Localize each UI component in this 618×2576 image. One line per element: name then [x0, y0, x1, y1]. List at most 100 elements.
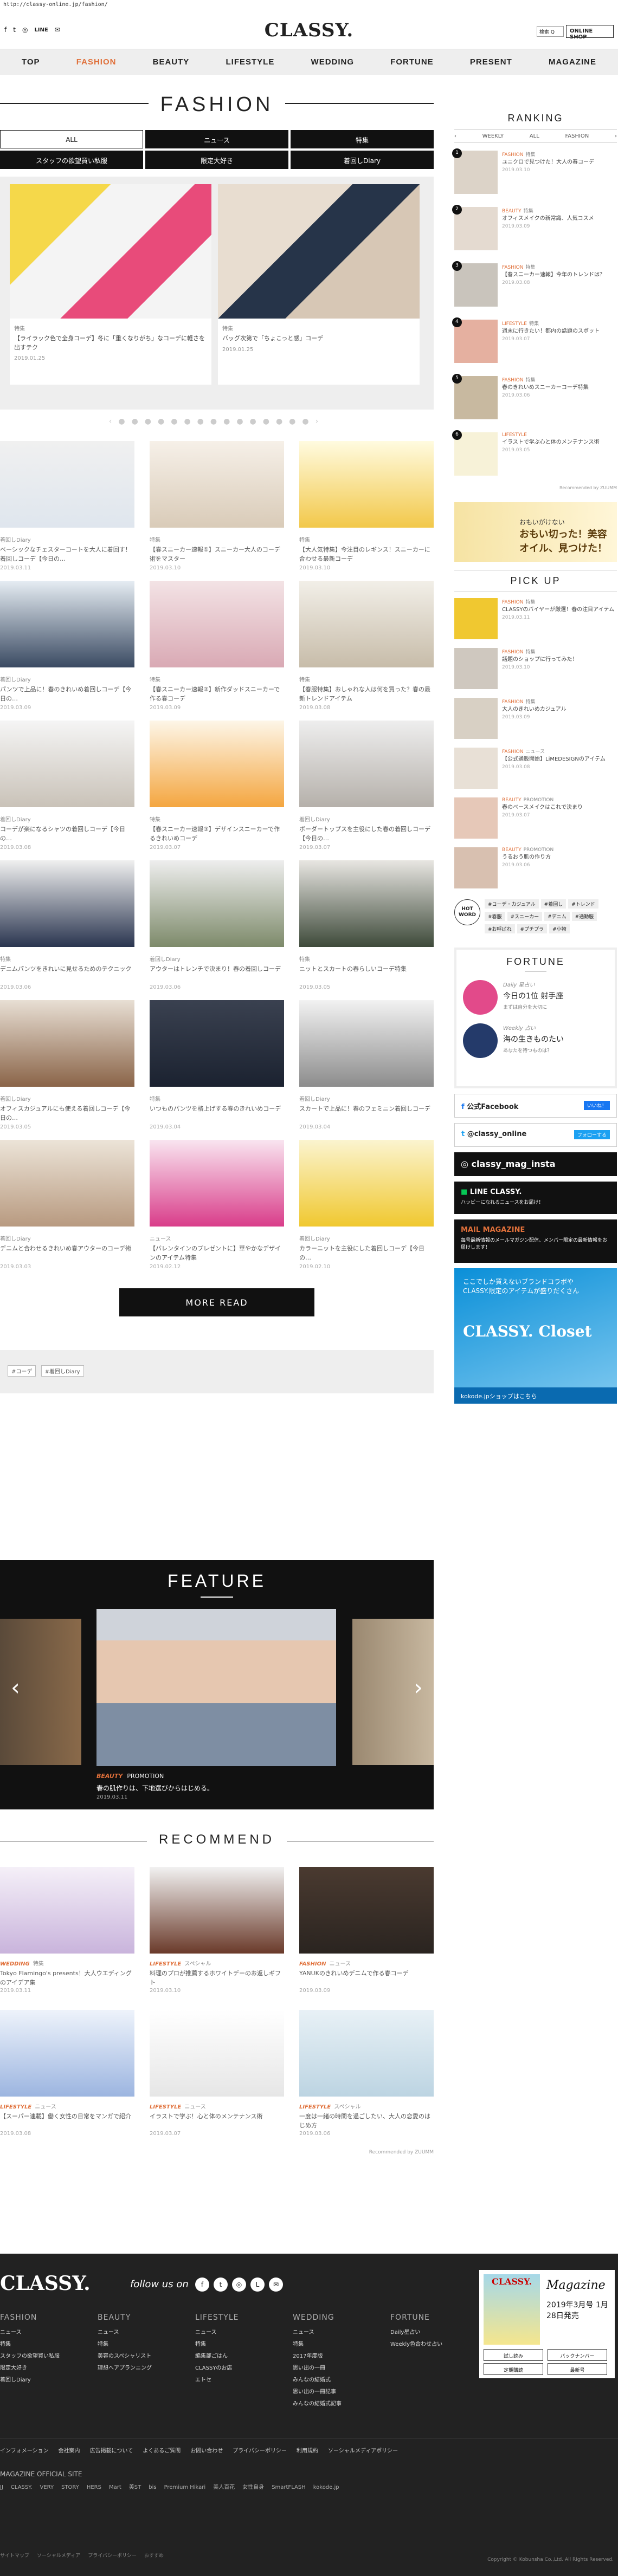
article-card[interactable]: 着回しDiary スカートで上品に！春のフェミニン着回しコーデ 2019.03.… — [299, 1000, 434, 1130]
ranking-item[interactable]: 2 BEAUTY 特集 オフィスメイクの新常識、人気コスメ 2019.03.09 — [452, 205, 617, 256]
footer-link[interactable]: 特集 — [195, 2339, 266, 2347]
footer-bottom-link[interactable]: サイトマップ — [0, 2553, 29, 2559]
article-card[interactable]: 着回しDiary ベーシックなチェスターコートを大人に着回す！着回しコーデ【今日… — [0, 441, 134, 571]
fortune-weekly[interactable]: Weekly 占い 海の生きものたい あなたを待つものは？ — [463, 1023, 608, 1058]
filter-special[interactable]: 特集 — [291, 130, 434, 148]
magazine-site-link[interactable]: kokode.jp — [313, 2484, 339, 2490]
article-card[interactable]: 特集 いつものパンツを格上げする春のきれいめコーデ 2019.03.04 — [150, 1000, 284, 1130]
magazine-latest-button[interactable]: 最新号 — [548, 2363, 607, 2375]
article-card[interactable]: 着回しDiary アウターはトレンチで決まり！春の着回しコーデ 2019.03.… — [150, 860, 284, 990]
instagram-icon[interactable]: ◎ — [232, 2277, 246, 2292]
pickup-item[interactable]: FASHION 特集 大人のきれいめカジュアル 2019.03.09 — [454, 698, 617, 741]
pickup-item[interactable]: FASHION 特集 話題のショップに行ってみた！ 2019.03.10 — [454, 648, 617, 691]
article-card[interactable]: 着回しDiary コーデが楽になるシャツの着回しコーデ【今日の… 2019.03… — [0, 721, 134, 851]
article-card[interactable]: 着回しDiary パンツで上品に！春のきれいめ着回しコーデ【今日の… 2019.… — [0, 581, 134, 711]
slide-card[interactable]: 特集 バッグ次第で「ちょこっと感」コーデ 2019.01.25 — [218, 184, 420, 385]
hotword-tag[interactable]: #通勤服 — [571, 912, 597, 921]
magazine-backnumber-button[interactable]: バックナンバー — [548, 2349, 607, 2361]
fortune-daily[interactable]: Daily 星占い 今日の1位 射手座 まずは自分を大切に — [463, 980, 608, 1015]
footer-info-link[interactable]: インフォメーション — [0, 2448, 49, 2454]
nav-beauty[interactable]: BEAUTY — [153, 57, 190, 67]
hotword-tag[interactable]: #お呼ばれ — [485, 924, 515, 933]
footer-logo[interactable]: CLASSY. — [0, 2272, 91, 2295]
facebook-icon[interactable]: f — [195, 2277, 209, 2292]
footer-link[interactable]: Weekly色合わせ占い — [390, 2339, 461, 2347]
footer-column-heading[interactable]: FORTUNE — [390, 2313, 461, 2322]
footer-column-heading[interactable]: WEDDING — [293, 2313, 363, 2322]
footer-link[interactable]: 限定大好き — [0, 2363, 70, 2371]
footer-link[interactable]: ニュース — [195, 2327, 266, 2335]
nav-magazine[interactable]: MAGAZINE — [549, 57, 596, 67]
article-card[interactable]: 着回しDiary カラーニットを主役にした着回しコーデ【今日の… 2019.02… — [299, 1140, 434, 1270]
footer-column-heading[interactable]: FASHION — [0, 2313, 70, 2322]
magazine-site-link[interactable]: STORY — [61, 2484, 79, 2490]
ranking-tab-fashion[interactable]: FASHION — [565, 133, 589, 139]
footer-info-link[interactable]: お問い合わせ — [190, 2448, 223, 2454]
line-icon[interactable]: L — [250, 2277, 265, 2292]
footer-info-link[interactable]: 広告掲載について — [90, 2448, 133, 2454]
footer-column-heading[interactable]: LIFESTYLE — [195, 2313, 266, 2322]
more-read-button[interactable]: MORE READ — [119, 1288, 314, 1316]
article-card[interactable]: 特集 ニットとスカートの春らしいコーデ特集 2019.03.05 — [299, 860, 434, 990]
footer-link[interactable]: CLASSYのお店 — [195, 2363, 266, 2371]
magazine-site-link[interactable]: JJ — [0, 2484, 3, 2490]
pickup-item[interactable]: BEAUTY PROMOTION 春のベースメイクはこれで決まり 2019.03.… — [454, 797, 617, 841]
recommend-card[interactable]: LIFESTYLE ニュース 【スーパー連載】働く女性の日常をマンガで紹介 201… — [0, 2010, 134, 2137]
twitter-button[interactable]: t @classy_online フォローする — [454, 1123, 617, 1147]
ranking-item[interactable]: 6 LIFESTYLE イラストで学ぶ心と体のメンテナンス術 2019.03.0… — [452, 430, 617, 481]
feature-prev-arrow[interactable]: ‹ — [11, 1674, 20, 1701]
recommend-card[interactable]: LIFESTYLE スペシャル 料理のプロが推薦するホワイトデーのお返しギフト 2… — [150, 1867, 284, 1994]
magazine-site-link[interactable]: Mart — [109, 2484, 121, 2490]
footer-column-heading[interactable]: BEAUTY — [98, 2313, 168, 2322]
ranking-tab-all[interactable]: ALL — [530, 133, 539, 139]
footer-link[interactable]: スタッフの欲望買い私服 — [0, 2351, 70, 2359]
filter-limited[interactable]: 限定大好き — [145, 151, 288, 169]
recommend-card[interactable]: LIFESTYLE ニュース イラストで学ぶ！心と体のメンテナンス術 2019.0… — [150, 2010, 284, 2137]
footer-link[interactable]: エトセ — [195, 2375, 266, 2383]
hotword-tag[interactable]: #着回し — [540, 899, 566, 909]
ranking-item[interactable]: 1 FASHION 特集 ユニクロで見つけた！大人の春コーデ 2019.03.10 — [452, 148, 617, 199]
footer-bottom-link[interactable]: おすすめ — [144, 2553, 164, 2559]
tag-item[interactable]: #着回しDiary — [41, 1365, 84, 1377]
twitter-icon[interactable]: t — [214, 2277, 228, 2292]
footer-link[interactable]: 着回しDiary — [0, 2375, 70, 2383]
ranking-tab-next[interactable]: › — [615, 133, 617, 139]
footer-link[interactable]: みんなの結婚式記事 — [293, 2399, 363, 2407]
mail-icon[interactable]: ✉ — [269, 2277, 283, 2292]
ranking-item[interactable]: 3 FASHION 特集 【春スニーカー速報】今年のトレンドは？ 2019.03.… — [452, 261, 617, 312]
footer-bottom-link[interactable]: プライバシーポリシー — [88, 2553, 137, 2559]
hotword-tag[interactable]: #スニーカー — [507, 912, 543, 921]
hotword-tag[interactable]: #小物 — [549, 924, 570, 933]
nav-fashion[interactable]: FASHION — [76, 57, 117, 67]
search-button[interactable]: 検索 Q — [537, 26, 564, 37]
ranking-tab-weekly[interactable]: WEEKLY — [482, 133, 504, 139]
article-card[interactable]: 着回しDiary デニムと合わせるきれいめ春アウターのコーデ術 2019.03.… — [0, 1140, 134, 1270]
ad-banner-oil[interactable]: おもいがけない おもい切った！美容オイル、見つけた！ — [454, 502, 617, 562]
ad-banner-kokode[interactable]: ここでしか買えないブランドコラボや CLASSY.限定のアイテムが盛りだくさん … — [454, 1268, 617, 1404]
article-card[interactable]: 着回しDiary ボーダートップスを主役にした春の着回しコーデ【今日の… 201… — [299, 721, 434, 851]
filter-diary[interactable]: 着回しDiary — [291, 151, 434, 169]
footer-link[interactable]: ニュース — [293, 2327, 363, 2335]
magazine-site-link[interactable]: 女性自身 — [242, 2482, 264, 2490]
recommend-card[interactable]: FASHION ニュース YANUKのきれいめデニムで作る春コーデ 2019.03… — [299, 1867, 434, 1994]
footer-link[interactable]: 理想へアプランニング — [98, 2363, 168, 2371]
footer-info-link[interactable]: プライバシーポリシー — [233, 2448, 287, 2454]
instagram-button[interactable]: ◎ classy_mag_insta — [454, 1152, 617, 1176]
magazine-site-link[interactable]: VERY — [40, 2484, 54, 2490]
nav-lifestyle[interactable]: LIFESTYLE — [226, 57, 275, 67]
line-button[interactable]: ■ LINE CLASSY. ハッピーになれるニュースをお届け！ — [454, 1182, 617, 1214]
magazine-cover[interactable]: CLASSY. — [484, 2274, 540, 2345]
hotword-tag[interactable]: #デニム — [544, 912, 570, 921]
hotword-tag[interactable]: #トレンド — [568, 899, 598, 909]
recommend-card[interactable]: LIFESTYLE スペシャル 一度は一緒の時間を過ごしたい、大人の恋愛のはじめ方… — [299, 2010, 434, 2137]
mail-magazine-button[interactable]: MAIL MAGAZINE 毎号最新情報のメールマガジン配信、メンバー限定の最新… — [454, 1219, 617, 1263]
footer-link[interactable]: Daily星占い — [390, 2327, 461, 2335]
magazine-site-link[interactable]: HERS — [87, 2484, 101, 2490]
article-card[interactable]: 着回しDiary オフィスカジュアルにも使える着回しコーデ【今日の… 2019.… — [0, 1000, 134, 1130]
ranking-tab-prev[interactable]: ‹ — [454, 133, 456, 139]
article-card[interactable]: 特集 デニムパンツをきれいに見せるためのテクニック 2019.03.06 — [0, 860, 134, 990]
footer-info-link[interactable]: よくあるご質問 — [143, 2448, 181, 2454]
nav-top[interactable]: TOP — [22, 57, 40, 67]
magazine-subscribe-button[interactable]: 定期購読 — [484, 2363, 543, 2375]
filter-news[interactable]: ニュース — [145, 130, 288, 148]
